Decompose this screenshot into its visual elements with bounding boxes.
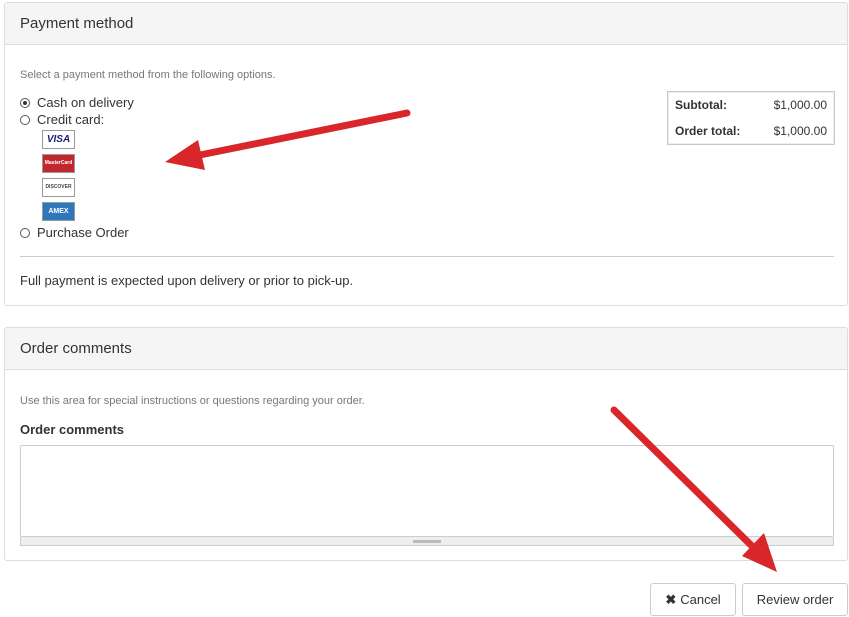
subtotal-value: $1,000.00: [773, 98, 827, 112]
close-icon: ✖: [665, 592, 677, 607]
order-total-value: $1,000.00: [773, 124, 827, 138]
cash-on-delivery-label: Cash on delivery: [37, 95, 134, 110]
subtotal-label: Subtotal:: [675, 98, 727, 112]
divider: [20, 256, 834, 257]
cancel-button[interactable]: ✖ Cancel: [650, 583, 736, 616]
discover-icon: DISCOVER: [42, 178, 75, 197]
option-purchase-order[interactable]: Purchase Order: [20, 225, 129, 240]
order-comments-panel: Order comments Use this area for special…: [4, 327, 848, 561]
visa-icon: VISA: [42, 130, 75, 149]
payment-method-panel: Payment method Select a payment method f…: [4, 2, 848, 306]
order-comments-help: Use this area for special instructions o…: [20, 395, 365, 407]
credit-card-radio[interactable]: [20, 114, 30, 125]
option-credit-card[interactable]: Credit card:: [20, 112, 104, 127]
payment-method-help: Select a payment method from the followi…: [20, 69, 276, 81]
review-order-button[interactable]: Review order: [742, 583, 848, 616]
order-total-row: Order total: $1,000.00: [668, 118, 834, 144]
credit-card-label: Credit card:: [37, 112, 105, 127]
order-comments-heading: Order comments: [5, 328, 847, 370]
payment-method-heading: Payment method: [5, 3, 847, 45]
textarea-resize-grip[interactable]: [20, 537, 834, 546]
order-total-label: Order total:: [675, 124, 741, 138]
cancel-button-label: Cancel: [680, 592, 721, 607]
purchase-order-radio[interactable]: [20, 227, 30, 238]
purchase-order-label: Purchase Order: [37, 225, 129, 240]
order-totals: Subtotal: $1,000.00 Order total: $1,000.…: [667, 91, 835, 145]
option-cash-on-delivery[interactable]: Cash on delivery: [20, 95, 134, 110]
mastercard-icon: MasterCard: [42, 154, 75, 173]
grip-handle: [413, 540, 441, 543]
order-comments-field-label: Order comments: [20, 422, 125, 437]
amex-icon: AMEX: [42, 202, 75, 221]
order-comments-textarea[interactable]: [20, 445, 834, 537]
cash-on-delivery-radio[interactable]: [20, 97, 30, 108]
review-order-button-label: Review order: [756, 592, 834, 607]
payment-note: Full payment is expected upon delivery o…: [20, 273, 354, 288]
subtotal-row: Subtotal: $1,000.00: [668, 92, 834, 118]
